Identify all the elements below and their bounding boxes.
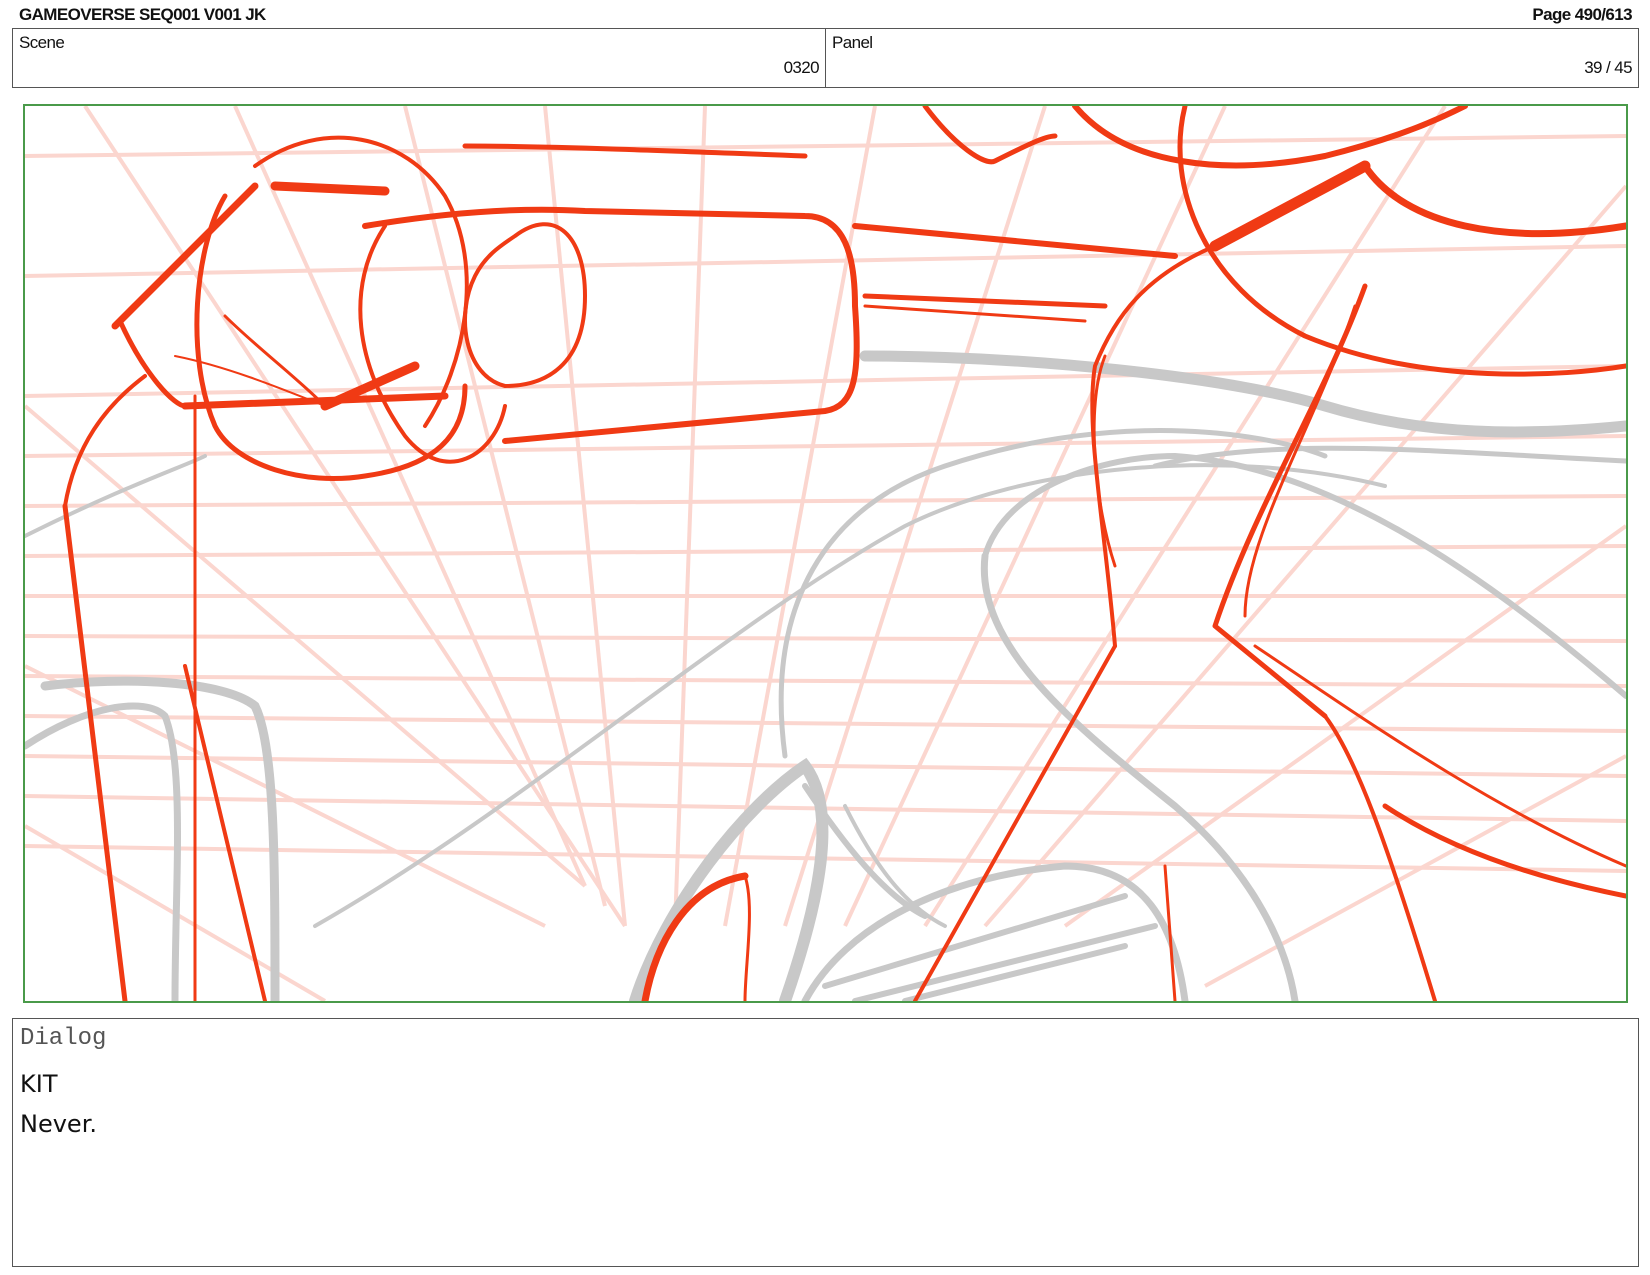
panel-value: 39 / 45: [1584, 58, 1632, 77]
info-row: Scene 0320 Panel 39 / 45: [12, 28, 1639, 88]
panel-cell: Panel 39 / 45: [825, 29, 1638, 87]
scene-value: 0320: [783, 58, 820, 77]
page-number: Page 490/613: [1532, 5, 1632, 24]
panel-label: Panel: [832, 33, 873, 52]
storyboard-panel: [23, 104, 1628, 1003]
sketch-drawing: [25, 106, 1626, 1001]
dialog-box: Dialog KIT Never.: [12, 1018, 1639, 1267]
document-title: GAMEOVERSE SEQ001 V001 JK: [19, 5, 266, 24]
scene-label: Scene: [19, 33, 65, 52]
dialog-line: Never.: [20, 1110, 97, 1138]
dialog-label: Dialog: [20, 1025, 107, 1052]
scene-cell: Scene 0320: [13, 29, 825, 87]
dialog-speaker: KIT: [20, 1070, 58, 1098]
